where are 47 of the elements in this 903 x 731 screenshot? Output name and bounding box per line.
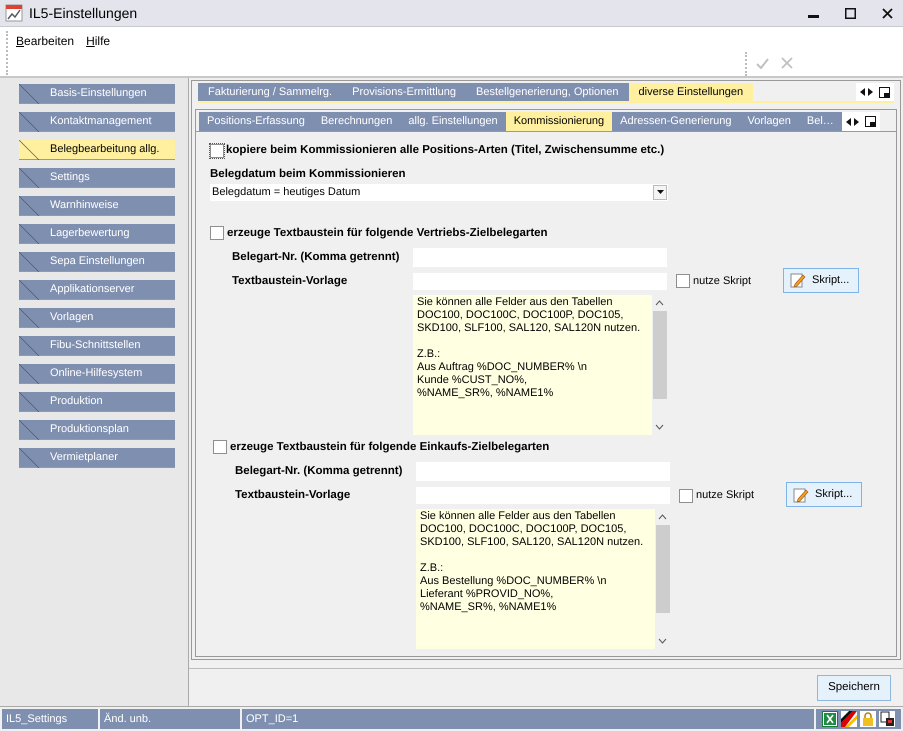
field-label: Belegdatum beim Kommissionieren (210, 167, 407, 182)
tab[interactable]: Adressen-Generierung (612, 112, 740, 131)
sidebar-item[interactable]: Basis-Einstellungen (19, 84, 175, 104)
tab[interactable]: Berechnungen (312, 112, 400, 131)
tab[interactable]: Positions-Erfassung (199, 112, 313, 131)
option-label: erzeuge Textbaustein für folgende Vertriebs-Zielbelegarten (227, 226, 548, 240)
tab[interactable]: allg. Einstellungen (400, 112, 506, 131)
date-dropdown[interactable]: Belegdatum = heutiges Datum (210, 184, 668, 200)
sidebar-item[interactable]: Vorlagen (19, 308, 175, 328)
sidebar-item[interactable]: Produktion (19, 392, 175, 412)
save-button[interactable]: Speichern (817, 674, 891, 700)
sidebar-item[interactable]: Settings (19, 168, 175, 188)
tab[interactable]: Vorlagen (739, 112, 799, 131)
option-label: nutze Skript (693, 274, 752, 289)
template-textarea[interactable]: Sie können alle Felder aus den Tabellen DOC100, DOC100C, DOC100P, DOC105, SKD100, SLF100, SAL120, SAL120N nutzen. Z.B.: Aus Bestellung %DOC_NUMBER% \n Lieferant %PROVID_NO%, %NAME_SR%, %NAME1% (416, 509, 670, 649)
field-label: Belegart-Nr. (Komma getrennt) (235, 464, 404, 479)
tab[interactable]: Bel… (798, 112, 842, 131)
status-field: OPT_ID=1 (242, 709, 814, 729)
tab[interactable]: Kommissionierung (506, 112, 612, 131)
option-label: nutze Skript (696, 488, 754, 504)
option-label: erzeuge Textbaustein für folgende Einkaufs-Zielbelegarten (230, 440, 550, 455)
script-button[interactable]: Skript... (786, 482, 862, 507)
sidebar-item[interactable]: Kontaktmanagement (19, 112, 175, 132)
sidebar-item[interactable]: Lagerbewertung (19, 224, 175, 244)
script-button[interactable]: Skript... (783, 268, 859, 293)
field-label: Textbaustein-Vorlage (235, 488, 352, 503)
menu-item[interactable]: Bearbeiten (16, 32, 74, 50)
field-label: Textbaustein-Vorlage (232, 274, 348, 289)
sidebar-item[interactable]: Applikationserver (19, 280, 175, 300)
field-label: Belegart-Nr. (Komma getrennt) (232, 250, 400, 265)
sidebar-item[interactable]: Warnhinweise (19, 196, 175, 216)
sidebar-item[interactable]: Vermietplaner (19, 448, 175, 468)
tab[interactable]: Fakturierung / Sammelrg. (198, 83, 342, 101)
sidebar-item[interactable]: Online-Hilfesystem (19, 364, 175, 384)
tab[interactable]: diverse Einstellungen (628, 83, 754, 101)
status-field: IL5_Settings (2, 709, 98, 729)
tab[interactable]: Provisions-Ermittlung (342, 83, 466, 101)
status-field: Änd. unb. (100, 709, 240, 729)
template-textarea[interactable]: Sie können alle Felder aus den Tabellen DOC100, DOC100C, DOC100P, DOC105, SKD100, SLF100, SAL120, SAL120N nutzen. Z.B.: Aus Auftrag %DOC_NUMBER% \n Kunde %CUST_NO%, %NAME_SR%, %NAME1% (413, 294, 667, 435)
window-title: IL5-Einstellungen (29, 4, 138, 23)
sidebar-item[interactable]: Sepa Einstellungen (19, 252, 175, 272)
sidebar-item[interactable]: Produktionsplan (19, 420, 175, 440)
sidebar-item[interactable]: Belegbearbeitung allg. (19, 140, 175, 160)
sidebar-item[interactable]: Fibu-Schnittstellen (19, 336, 175, 356)
option-label: kopiere beim Kommissionieren alle Positions-Arten (Titel, Zwischensumme etc.) (226, 143, 664, 158)
tab[interactable]: Bestellgenerierung, Optionen (466, 83, 629, 101)
menu-item[interactable]: Hilfe (86, 32, 110, 50)
